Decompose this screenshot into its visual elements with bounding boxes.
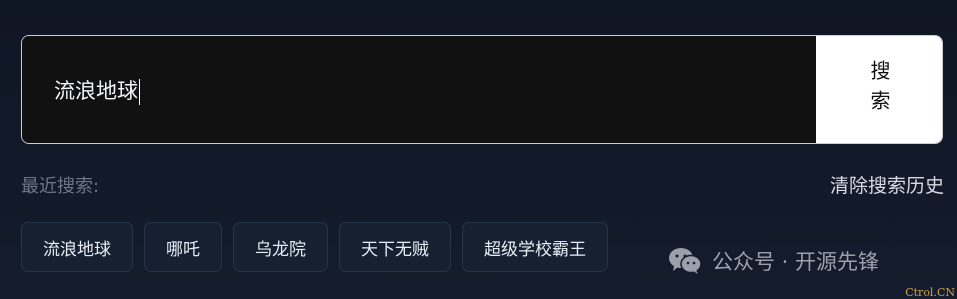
clear-history-button[interactable]: 清除搜索历史 [830,171,944,198]
watermark: 公众号 · 开源先锋 [668,246,879,276]
search-button-label: 搜索 [867,59,891,120]
search-input-value: 流浪地球 [54,78,138,103]
watermark-text: 公众号 · 开源先锋 [712,250,880,274]
search-button[interactable]: 搜索 [816,36,942,143]
text-caret [139,78,140,105]
corner-mark: Ctrol.CN [905,286,955,299]
recent-searches-label: 最近搜索: [21,176,100,197]
recent-search-tag[interactable]: 天下无贼 [339,222,451,272]
recent-search-tag[interactable]: 乌龙院 [233,222,328,272]
search-input-area[interactable]: 流浪地球 [22,36,816,143]
recent-search-tag[interactable]: 哪吒 [144,222,222,272]
wechat-icon [669,248,702,274]
recent-search-tag[interactable]: 超级学校霸王 [462,222,608,272]
search-page: 流浪地球 搜索 最近搜索: 清除搜索历史 流浪地球 哪吒 乌龙院 天下无贼 超级… [0,0,957,299]
recent-search-tag[interactable]: 流浪地球 [21,222,133,272]
search-input[interactable]: 流浪地球 [54,75,816,105]
search-bar: 流浪地球 搜索 [21,35,943,144]
recent-search-tags: 流浪地球 哪吒 乌龙院 天下无贼 超级学校霸王 [21,222,608,272]
